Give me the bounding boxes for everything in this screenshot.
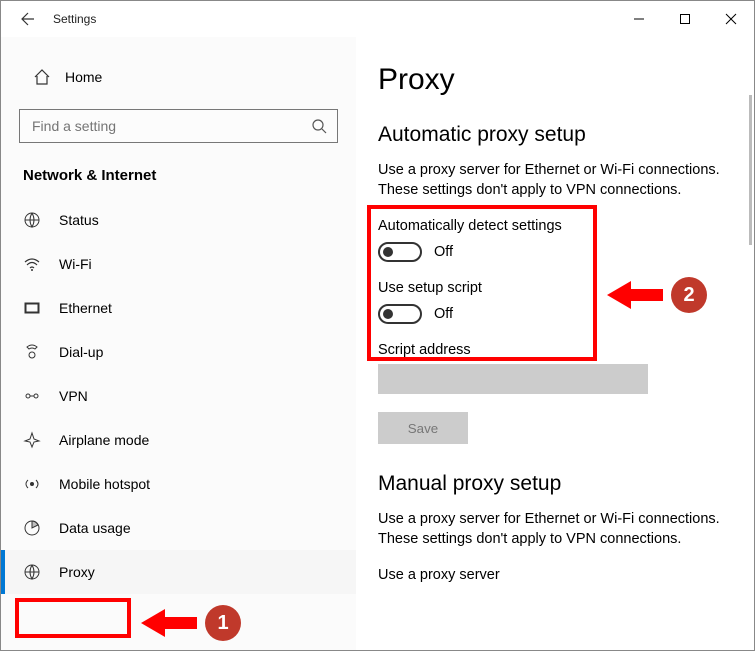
sidebar: Home Network & Internet Status Wi-Fi Eth… <box>1 37 356 650</box>
annotation-box-2 <box>367 205 597 361</box>
dialup-icon <box>23 343 45 361</box>
sidebar-item-label: Status <box>59 212 99 228</box>
titlebar: Settings <box>1 1 754 37</box>
page-title: Proxy <box>378 63 732 97</box>
close-button[interactable] <box>708 3 754 35</box>
section-title-auto: Automatic proxy setup <box>378 123 732 147</box>
sidebar-home[interactable]: Home <box>1 59 356 95</box>
sidebar-item-status[interactable]: Status <box>1 198 356 242</box>
sidebar-item-ethernet[interactable]: Ethernet <box>1 286 356 330</box>
vpn-icon <box>23 387 45 405</box>
sidebar-item-dialup[interactable]: Dial-up <box>1 330 356 374</box>
sidebar-item-label: Airplane mode <box>59 432 149 448</box>
window-title: Settings <box>53 12 96 26</box>
sidebar-item-label: Data usage <box>59 520 131 536</box>
globe-icon <box>23 211 45 229</box>
annotation-badge-2: 2 <box>671 277 707 313</box>
sidebar-section-title: Network & Internet <box>23 167 356 184</box>
airplane-icon <box>23 431 45 449</box>
sidebar-item-proxy[interactable]: Proxy <box>1 550 356 594</box>
sidebar-item-label: Mobile hotspot <box>59 476 150 492</box>
sidebar-item-label: Wi-Fi <box>59 256 92 272</box>
section-desc-auto: Use a proxy server for Ethernet or Wi-Fi… <box>378 161 732 200</box>
data-icon <box>23 519 45 537</box>
hotspot-icon <box>23 475 45 493</box>
minimize-button[interactable] <box>616 3 662 35</box>
sidebar-item-wifi[interactable]: Wi-Fi <box>1 242 356 286</box>
home-icon <box>33 68 55 86</box>
annotation-box-1 <box>15 598 131 638</box>
proxy-icon <box>23 563 45 581</box>
use-proxy-label: Use a proxy server <box>378 567 732 583</box>
sidebar-item-label: Dial-up <box>59 344 103 360</box>
sidebar-item-airplane[interactable]: Airplane mode <box>1 418 356 462</box>
sidebar-item-label: Proxy <box>59 564 95 580</box>
sidebar-item-vpn[interactable]: VPN <box>1 374 356 418</box>
sidebar-item-label: Ethernet <box>59 300 112 316</box>
search-icon <box>311 118 327 134</box>
script-address-input <box>378 364 648 394</box>
annotation-arrow-1: 1 <box>141 605 241 641</box>
annotation-badge-1: 1 <box>205 605 241 641</box>
wifi-icon <box>23 255 45 273</box>
annotation-arrow-2: 2 <box>607 277 707 313</box>
sidebar-item-datausage[interactable]: Data usage <box>1 506 356 550</box>
sidebar-item-label: VPN <box>59 388 88 404</box>
maximize-button[interactable] <box>662 3 708 35</box>
ethernet-icon <box>23 299 45 317</box>
sidebar-item-hotspot[interactable]: Mobile hotspot <box>1 462 356 506</box>
back-icon[interactable] <box>19 11 39 27</box>
scrollbar-thumb[interactable] <box>749 95 752 245</box>
search-input[interactable] <box>19 109 338 143</box>
save-button: Save <box>378 412 468 444</box>
sidebar-home-label: Home <box>65 69 102 85</box>
section-title-manual: Manual proxy setup <box>378 472 732 496</box>
section-desc-manual: Use a proxy server for Ethernet or Wi-Fi… <box>378 510 732 549</box>
search-field[interactable] <box>30 117 311 135</box>
